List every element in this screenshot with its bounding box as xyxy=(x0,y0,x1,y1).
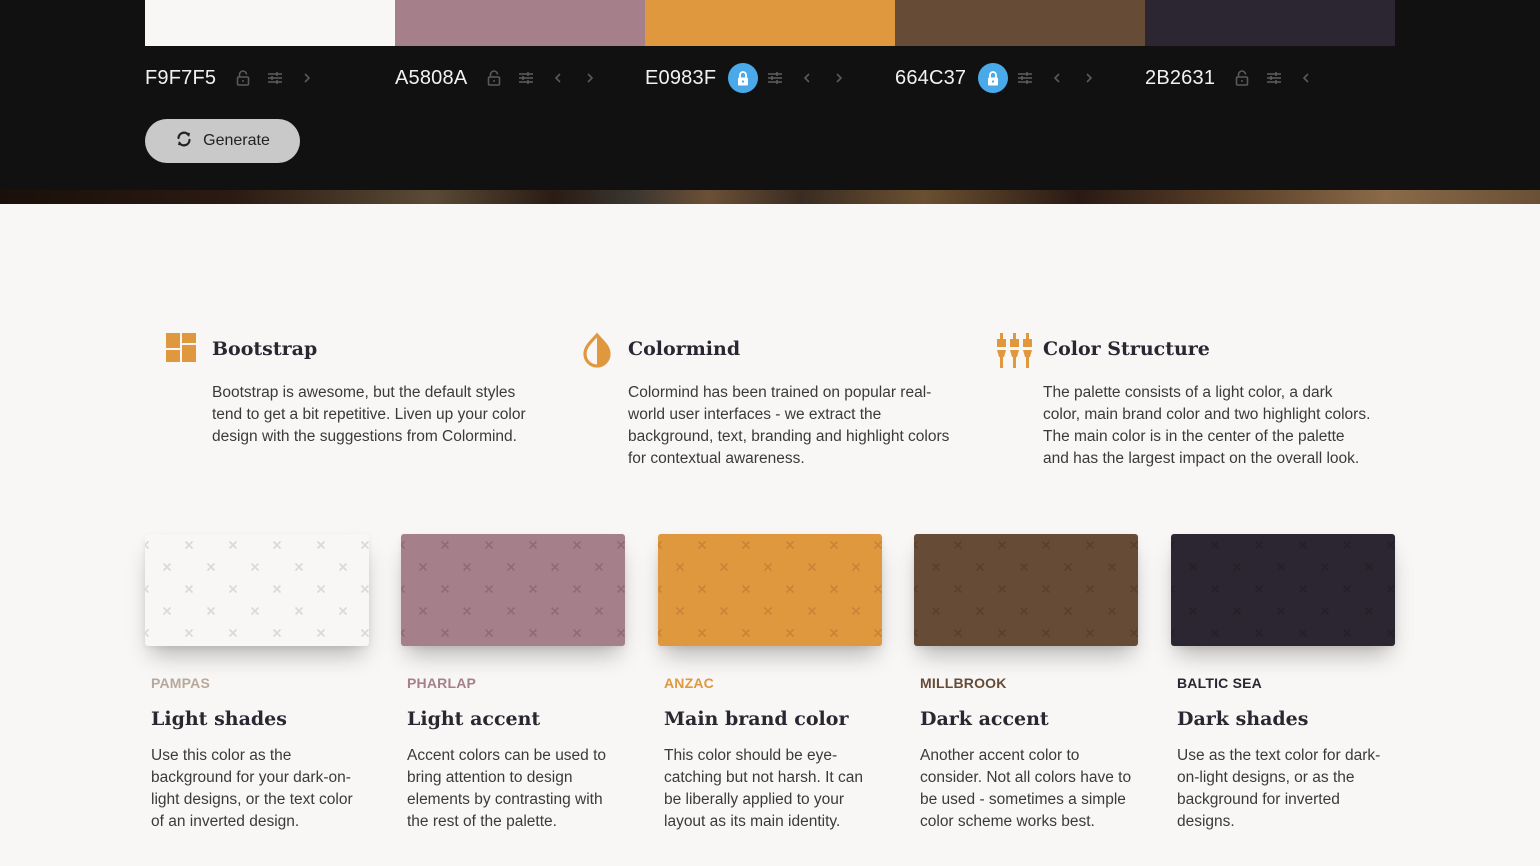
adjust-icon[interactable] xyxy=(1259,63,1289,93)
palette-swatch-2[interactable] xyxy=(395,0,645,46)
color-name: MILLBROOK xyxy=(920,675,1007,691)
feature-text: Colormind has been trained on popular re… xyxy=(628,384,950,467)
adjust-icon[interactable] xyxy=(1010,63,1040,93)
feature-title: Colormind xyxy=(628,338,741,360)
hex-code[interactable]: 664C37 xyxy=(895,67,966,90)
generate-button[interactable]: Generate xyxy=(145,119,300,163)
chevron-right-icon[interactable] xyxy=(1074,63,1104,93)
adjust-icon[interactable] xyxy=(760,63,790,93)
palette-generator-bar: F9F7F5 A5808A E0983F 664C37 2B2631 Gener… xyxy=(0,0,1540,190)
palette-controls: F9F7F5 A5808A E0983F 664C37 2B2631 xyxy=(145,60,1395,96)
hex-code[interactable]: 2B2631 xyxy=(1145,67,1215,90)
palette-swatches xyxy=(145,0,1395,46)
color-name: PAMPAS xyxy=(151,675,211,691)
hex-code[interactable]: F9F7F5 xyxy=(145,67,216,90)
palette-control-5: 2B2631 xyxy=(1145,60,1395,96)
color-swatch[interactable] xyxy=(145,534,369,646)
palette-control-3: E0983F xyxy=(645,60,895,96)
color-name: BALTIC SEA xyxy=(1177,675,1262,691)
layout-grid-icon xyxy=(165,332,201,368)
hero-image-strip xyxy=(0,190,1540,204)
color-role-title: Light shades xyxy=(151,708,287,730)
color-name: ANZAC xyxy=(664,675,714,691)
palette-control-1: F9F7F5 xyxy=(145,60,395,96)
chevron-left-icon[interactable] xyxy=(1291,63,1321,93)
chevron-left-icon[interactable] xyxy=(792,63,822,93)
chevron-right-icon[interactable] xyxy=(824,63,854,93)
color-role-title: Light accent xyxy=(407,708,541,730)
color-swatch[interactable] xyxy=(914,534,1138,646)
chevron-left-icon[interactable] xyxy=(1042,63,1072,93)
x-pattern xyxy=(1171,540,1395,638)
x-pattern xyxy=(145,540,369,638)
color-role-text: Another accent color to consider. Not al… xyxy=(920,747,1132,830)
lock-icon[interactable] xyxy=(479,63,509,93)
lock-icon[interactable] xyxy=(728,63,759,93)
x-pattern xyxy=(658,540,882,638)
color-swatch[interactable] xyxy=(401,534,625,646)
color-role-text: This color should be eye-catching but no… xyxy=(664,747,864,830)
adjust-icon[interactable] xyxy=(511,63,541,93)
palette-swatch-1[interactable] xyxy=(145,0,395,46)
color-name: PHARLAP xyxy=(407,675,477,691)
palette-control-2: A5808A xyxy=(395,60,645,96)
color-role-text: Accent colors can be used to bring atten… xyxy=(407,747,607,830)
feature-title: Color Structure xyxy=(1043,338,1210,360)
chevron-right-icon[interactable] xyxy=(575,63,605,93)
feature-title: Bootstrap xyxy=(212,338,318,360)
x-pattern xyxy=(401,540,625,638)
generate-label: Generate xyxy=(203,132,270,149)
drop-half-icon xyxy=(581,332,617,368)
lock-icon[interactable] xyxy=(1227,63,1257,93)
hex-code[interactable]: E0983F xyxy=(645,67,716,90)
lock-icon[interactable] xyxy=(978,63,1009,93)
feature-text: Bootstrap is awesome, but the default st… xyxy=(212,384,526,445)
refresh-icon xyxy=(175,130,193,153)
hex-code[interactable]: A5808A xyxy=(395,67,467,90)
color-card-anzac: ANZAC Main brand color This color should… xyxy=(658,534,882,830)
palette-control-4: 664C37 xyxy=(895,60,1145,96)
feature-text: The palette consists of a light color, a… xyxy=(1043,384,1371,467)
color-card-millbrook: MILLBROOK Dark accent Another accent col… xyxy=(914,534,1138,830)
color-role-text: Use this color as the background for you… xyxy=(151,747,353,830)
brushes-icon xyxy=(996,332,1032,368)
color-card-pampas: PAMPAS Light shades Use this color as th… xyxy=(145,534,369,830)
color-role-title: Main brand color xyxy=(664,708,849,730)
color-card-baltic-sea: BALTIC SEA Dark shades Use as the text c… xyxy=(1171,534,1395,830)
chevron-right-icon[interactable] xyxy=(292,63,322,93)
color-role-text: Use as the text color for dark-on-light … xyxy=(1177,747,1381,830)
chevron-left-icon[interactable] xyxy=(543,63,573,93)
palette-swatch-5[interactable] xyxy=(1145,0,1395,46)
lock-icon[interactable] xyxy=(228,63,258,93)
color-card-pharlap: PHARLAP Light accent Accent colors can b… xyxy=(401,534,625,830)
color-swatch[interactable] xyxy=(1171,534,1395,646)
palette-swatch-3[interactable] xyxy=(645,0,895,46)
color-role-title: Dark shades xyxy=(1177,708,1309,730)
x-pattern xyxy=(914,540,1138,638)
color-role-title: Dark accent xyxy=(920,708,1049,730)
palette-swatch-4[interactable] xyxy=(895,0,1145,46)
color-swatch[interactable] xyxy=(658,534,882,646)
adjust-icon[interactable] xyxy=(260,63,290,93)
